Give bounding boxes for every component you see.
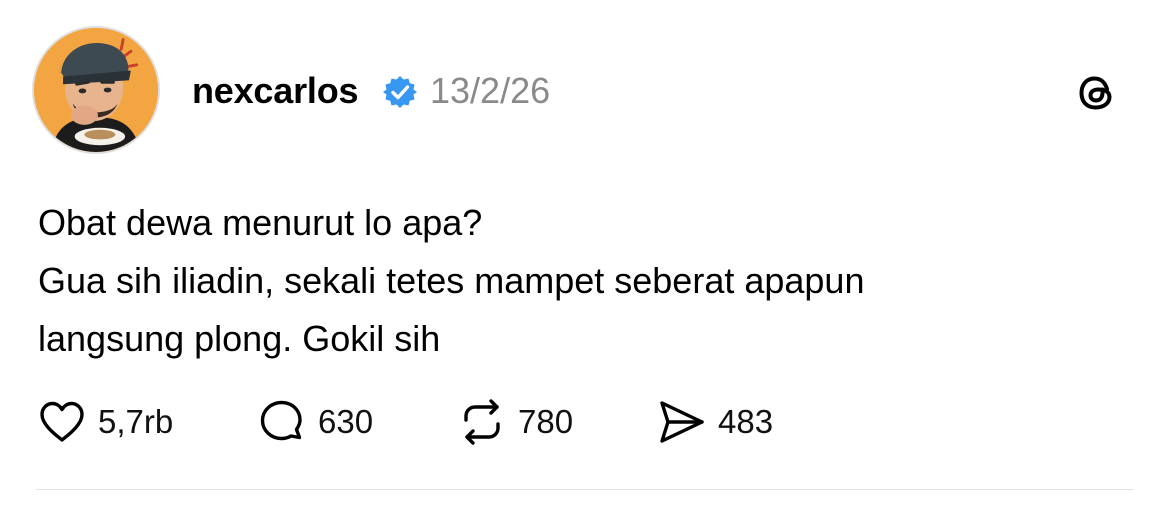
avatar-photo	[34, 28, 158, 152]
repost-count: 780	[518, 403, 574, 440]
send-icon	[660, 401, 704, 443]
avatar[interactable]	[32, 26, 160, 154]
like-button[interactable]: 5,7rb	[36, 394, 173, 450]
divider	[36, 489, 1134, 490]
repost-icon	[464, 399, 500, 445]
comment-bubble-icon	[260, 400, 302, 441]
comment-count: 630	[318, 403, 374, 440]
post-actions: 5,7rb 630 780 483	[36, 394, 936, 450]
threads-logo-icon[interactable]	[1076, 71, 1120, 115]
post-date: 13/2/26	[430, 70, 551, 111]
comment-button[interactable]: 630	[256, 394, 373, 450]
share-button[interactable]: 483	[656, 394, 773, 450]
share-count: 483	[718, 403, 774, 440]
like-count: 5,7rb	[98, 403, 174, 440]
threads-post: nexcarlos 13/2/26 Obat dewa menurut lo a…	[0, 0, 1170, 526]
post-content: Obat dewa menurut lo apa? Gua sih iliadi…	[38, 194, 1128, 368]
post-text-line: Gua sih iliadin, sekali tetes mampet seb…	[38, 260, 865, 301]
repost-button[interactable]: 780	[456, 394, 573, 450]
username[interactable]: nexcarlos	[192, 70, 359, 112]
post-text-line: Obat dewa menurut lo apa?	[38, 202, 483, 243]
post-text-line: langsung plong. Gokil sih	[38, 318, 441, 359]
verified-badge-icon	[382, 74, 418, 110]
heart-icon	[40, 401, 84, 442]
